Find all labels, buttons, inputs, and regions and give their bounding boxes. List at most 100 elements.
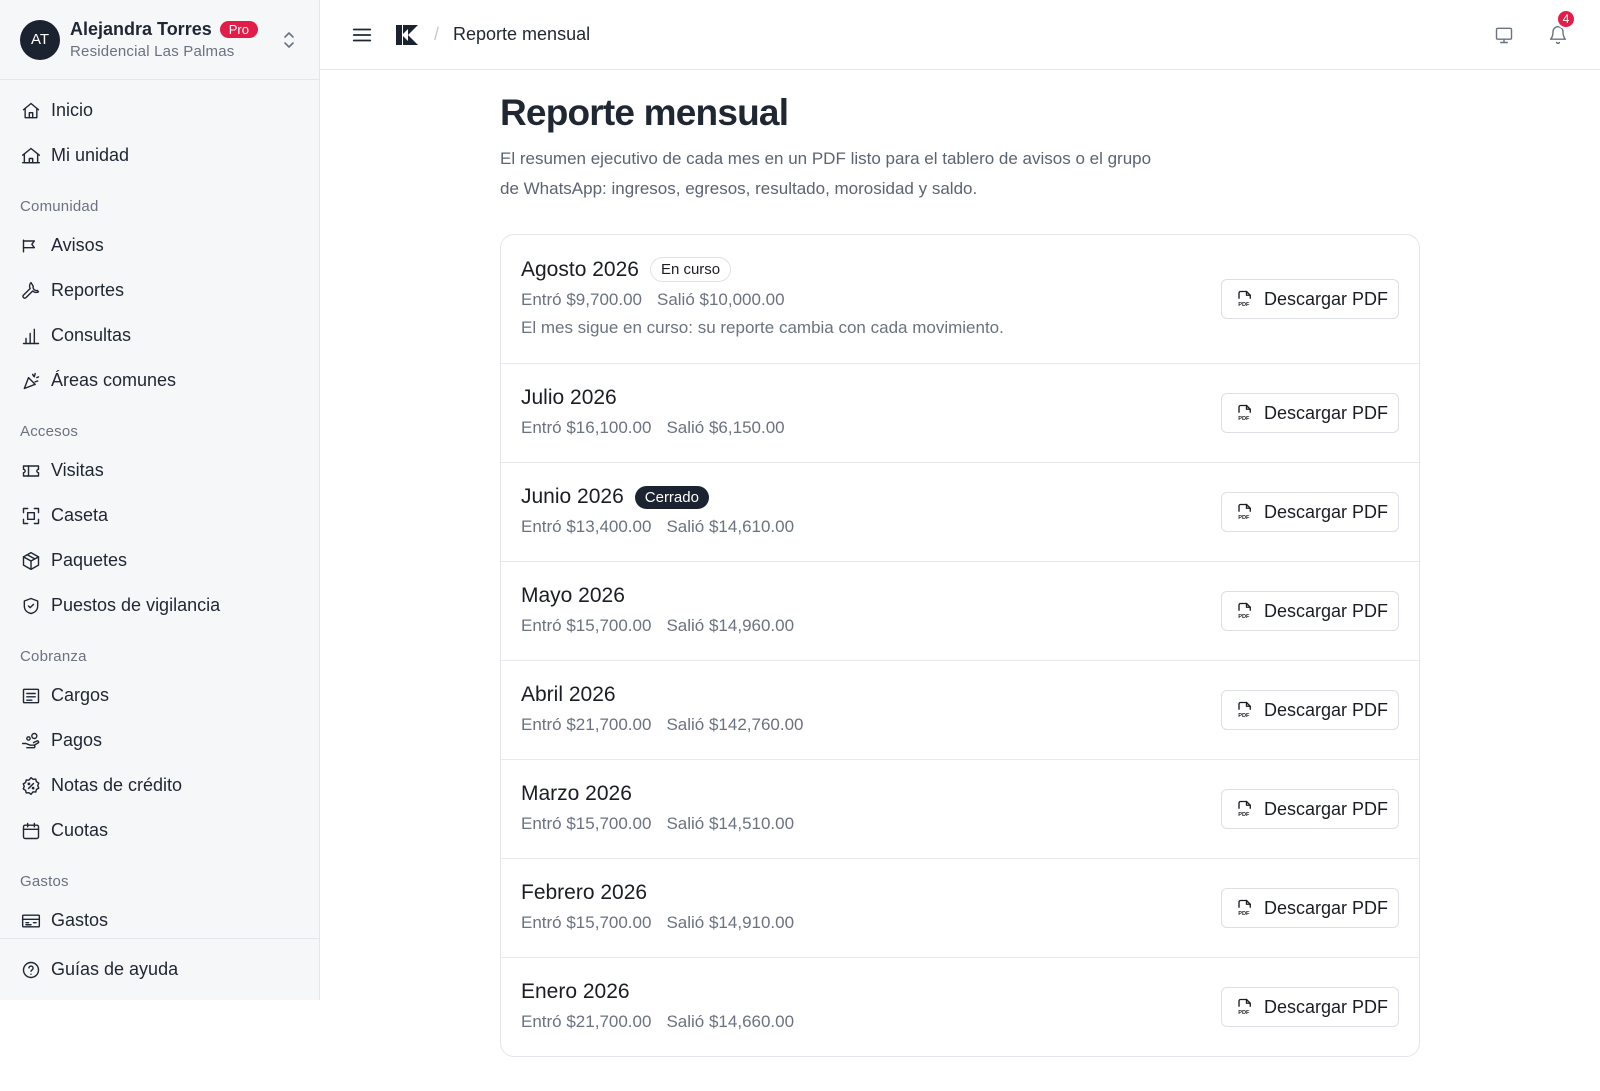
- sidebar-item-pagos[interactable]: Pagos: [0, 718, 319, 763]
- report-expense: Salió $14,910.00: [666, 913, 795, 932]
- download-pdf-label: Descargar PDF: [1264, 288, 1389, 309]
- sidebar-item-visitas[interactable]: Visitas: [0, 448, 319, 493]
- report-row: Junio 2026 Cerrado Entró $13,400.00 Salió…: [501, 462, 1419, 561]
- svg-text:PDF: PDF: [1238, 515, 1250, 521]
- report-expense: Salió $14,660.00: [666, 1012, 795, 1031]
- report-income: Entró $15,700.00: [521, 616, 652, 635]
- svg-text:PDF: PDF: [1238, 713, 1250, 719]
- download-pdf-button[interactable]: PDF Descargar PDF: [1221, 690, 1399, 730]
- sidebar-item-label: Caseta: [51, 505, 109, 525]
- sidebar-item-caseta[interactable]: Caseta: [0, 493, 319, 538]
- plan-badge: Pro: [219, 21, 258, 38]
- ticket-icon: [20, 460, 42, 482]
- house-icon: [20, 145, 42, 167]
- report-month: Julio 2026: [521, 386, 617, 409]
- report-expense: Salió $14,960.00: [666, 616, 795, 635]
- report-row: Febrero 2026 Entró $15,700.00 Salió $14,9…: [501, 858, 1419, 957]
- report-expense: Salió $14,610.00: [666, 517, 795, 536]
- bar-chart-icon: [20, 325, 42, 347]
- report-row: Mayo 2026 Entró $15,700.00 Salió $14,960.…: [501, 561, 1419, 660]
- download-pdf-button[interactable]: PDF Descargar PDF: [1221, 987, 1399, 1027]
- notification-count-badge: 4: [1556, 9, 1576, 29]
- svg-text:PDF: PDF: [1238, 812, 1250, 818]
- report-income: Entró $21,700.00: [521, 1012, 652, 1031]
- report-row: Julio 2026 Entró $16,100.00 Salió $6,150.…: [501, 363, 1419, 462]
- sidebar-item-label: Gastos: [51, 910, 109, 930]
- account-switcher[interactable]: AT Alejandra Torres Pro Residencial Las …: [0, 0, 319, 80]
- report-note: El mes sigue en curso: su reporte cambia…: [521, 318, 1004, 337]
- download-pdf-button[interactable]: PDF Descargar PDF: [1221, 279, 1399, 319]
- nav-section-accesos: Accesos: [20, 423, 79, 440]
- hand-coins-icon: [20, 730, 42, 752]
- page-title: Reporte mensual: [500, 92, 789, 133]
- report-income: Entró $15,700.00: [521, 814, 652, 833]
- report-expense: Salió $6,150.00: [666, 418, 785, 437]
- monitor-icon[interactable]: [1492, 23, 1516, 47]
- sidebar-item-inicio[interactable]: Inicio: [0, 88, 319, 133]
- chevron-up-down-icon[interactable]: [279, 26, 299, 54]
- sidebar-item-label: Avisos: [51, 235, 104, 255]
- file-pdf-icon: PDF: [1236, 998, 1254, 1016]
- sidebar-item-avisos[interactable]: Avisos: [0, 223, 319, 268]
- sidebar-item-guias-de-ayuda[interactable]: Guías de ayuda: [0, 938, 319, 1000]
- help-circle-icon: [20, 959, 42, 981]
- sidebar-item-consultas[interactable]: Consultas: [0, 313, 319, 358]
- download-pdf-label: Descargar PDF: [1264, 501, 1389, 522]
- report-month: Enero 2026: [521, 980, 630, 1003]
- sidebar-item-notas-de-credito[interactable]: Notas de crédito: [0, 763, 319, 808]
- svg-text:PDF: PDF: [1238, 416, 1250, 422]
- svg-text:PDF: PDF: [1238, 911, 1250, 917]
- report-income: Entró $13,400.00: [521, 517, 652, 536]
- sidebar-item-label: Consultas: [51, 325, 132, 345]
- app-logo[interactable]: [394, 22, 420, 48]
- megaphone-icon: [20, 235, 42, 257]
- download-pdf-label: Descargar PDF: [1264, 897, 1389, 918]
- community-name: Residencial Las Palmas: [70, 43, 235, 60]
- report-income: Entró $15,700.00: [521, 913, 652, 932]
- sidebar-item-areas-comunes[interactable]: Áreas comunes: [0, 358, 319, 403]
- download-pdf-button[interactable]: PDF Descargar PDF: [1221, 393, 1399, 433]
- reports-list: Agosto 2026 En curso Entró $9,700.00 Sali…: [500, 234, 1420, 1057]
- receipt-text-icon: [20, 910, 42, 932]
- package-icon: [20, 550, 42, 572]
- download-pdf-button[interactable]: PDF Descargar PDF: [1221, 591, 1399, 631]
- sidebar-item-gastos[interactable]: Gastos: [0, 898, 319, 943]
- page-description: El resumen ejecutivo de cada mes en un P…: [500, 149, 1152, 198]
- breadcrumb: Reporte mensual: [453, 24, 591, 44]
- sidebar-item-reportes[interactable]: Reportes: [0, 268, 319, 313]
- download-pdf-button[interactable]: PDF Descargar PDF: [1221, 492, 1399, 532]
- download-pdf-button[interactable]: PDF Descargar PDF: [1221, 789, 1399, 829]
- sidebar-item-mi-unidad[interactable]: Mi unidad: [0, 133, 319, 178]
- sidebar-item-label: Puestos de vigilancia: [51, 595, 221, 615]
- bell-icon[interactable]: 4: [1546, 9, 1576, 47]
- sidebar-item-label: Visitas: [51, 460, 104, 480]
- status-badge: Cerrado: [634, 485, 709, 509]
- file-pdf-icon: PDF: [1236, 899, 1254, 917]
- sidebar-item-puestos-de-vigilancia[interactable]: Puestos de vigilancia: [0, 583, 319, 628]
- sidebar-item-label: Notas de crédito: [51, 775, 183, 795]
- report-income: Entró $9,700.00: [521, 290, 642, 309]
- sidebar-item-label: Reportes: [51, 280, 125, 300]
- download-pdf-label: Descargar PDF: [1264, 402, 1389, 423]
- report-row: Agosto 2026 En curso Entró $9,700.00 Sali…: [501, 235, 1419, 363]
- svg-text:PDF: PDF: [1238, 614, 1250, 620]
- main-content: Reporte mensual El resumen ejecutivo de …: [500, 70, 1420, 1057]
- party-popper-icon: [20, 370, 42, 392]
- sidebar-item-paquetes[interactable]: Paquetes: [0, 538, 319, 583]
- sidebar-item-cargos[interactable]: Cargos: [0, 673, 319, 718]
- report-month: Abril 2026: [521, 683, 616, 706]
- calendar-icon: [20, 820, 42, 842]
- nav-section-cobranza: Cobranza: [20, 648, 87, 665]
- breadcrumb-separator: /: [434, 24, 440, 44]
- report-row: Abril 2026 Entró $21,700.00 Salió $142,76…: [501, 660, 1419, 759]
- download-pdf-button[interactable]: PDF Descargar PDF: [1221, 888, 1399, 928]
- sidebar-item-cuotas[interactable]: Cuotas: [0, 808, 319, 853]
- top-bar: / Reporte mensual 4: [320, 0, 1600, 70]
- svg-text:PDF: PDF: [1238, 302, 1250, 308]
- menu-icon[interactable]: [350, 23, 374, 47]
- download-pdf-label: Descargar PDF: [1264, 699, 1389, 720]
- status-badge: En curso: [649, 257, 732, 282]
- sidebar-item-label: Inicio: [51, 100, 94, 120]
- file-pdf-icon: PDF: [1236, 290, 1254, 308]
- report-income: Entró $16,100.00: [521, 418, 652, 437]
